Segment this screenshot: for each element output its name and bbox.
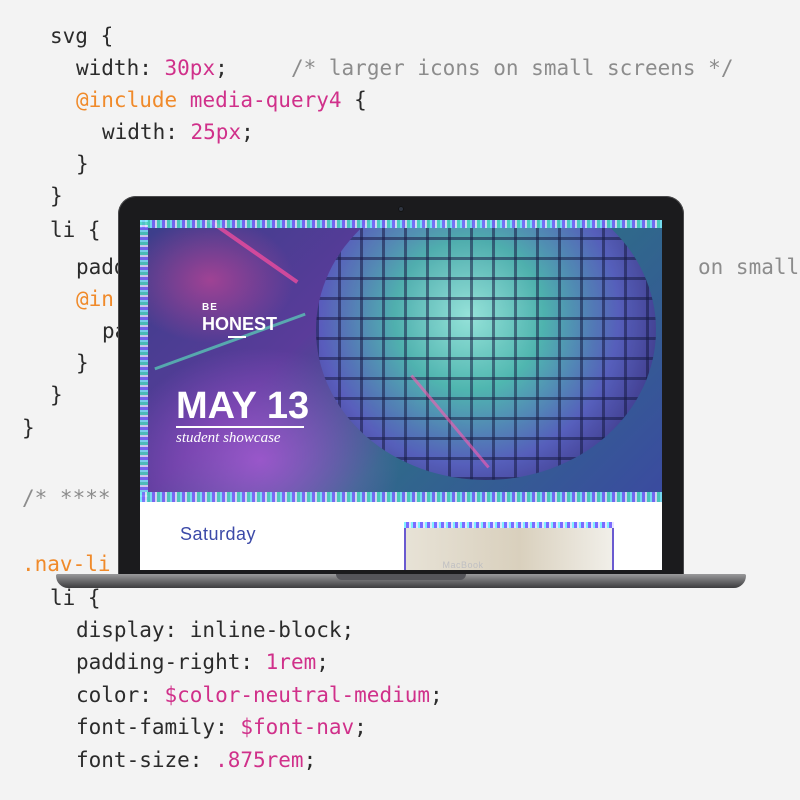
code-line: color: $color-neutral-medium; [76, 679, 443, 711]
code-token: width: [76, 56, 165, 80]
glitch-border [404, 522, 614, 528]
laptop-opening-notch [336, 574, 466, 580]
code-token: 25px [190, 120, 242, 144]
code-token: } [76, 152, 89, 176]
code-token: font-family: [76, 715, 241, 739]
laptop-brand-label: MacBook [442, 560, 484, 570]
code-token: } [22, 416, 35, 440]
code-line: width: 25px; [102, 116, 254, 148]
code-token: font-size: [76, 748, 216, 772]
macbook-laptop: BE HONEST MAY 13 student showcase Saturd… [56, 196, 746, 592]
code-token: { [341, 88, 367, 112]
date-underline [176, 426, 304, 428]
code-token: padding-right: [76, 650, 266, 674]
code-line: @include media-query4 { [76, 84, 367, 116]
code-token: width: [102, 120, 191, 144]
code-token: ; [430, 683, 443, 707]
be-honest-logo[interactable]: BE HONEST [202, 302, 277, 338]
code-token: ; [215, 56, 228, 80]
hero-banner: BE HONEST MAY 13 student showcase [140, 220, 662, 502]
code-token: 30px [164, 56, 216, 80]
code-line: } [76, 148, 89, 180]
code-token: svg { [50, 24, 114, 48]
code-token: ; [241, 120, 254, 144]
code-line: width: 30px; /* larger icons on small sc… [76, 52, 733, 84]
code-token: ; [303, 748, 317, 772]
light-streak [181, 220, 299, 284]
code-token: ; [316, 650, 329, 674]
code-token: $font-nav [240, 715, 355, 739]
logo-underline [228, 336, 246, 338]
logo-top-text: BE [202, 302, 218, 313]
code-token: color: [76, 683, 165, 707]
laptop-lid: BE HONEST MAY 13 student showcase Saturd… [118, 196, 684, 578]
code-token: .875rem [215, 748, 304, 772]
code-line: svg { [50, 20, 113, 52]
event-subtitle: student showcase [176, 430, 281, 446]
glitch-border [140, 220, 662, 228]
disco-ball-image [316, 220, 656, 480]
code-token: /* larger icons on small screens */ [227, 56, 734, 80]
code-line: display: inline-block; [76, 614, 354, 646]
code-token: @include [76, 88, 190, 112]
logo-main-text: HONEST [202, 314, 278, 334]
glitch-border [140, 492, 662, 502]
camera-icon [398, 206, 404, 212]
code-line: padding-right: 1rem; [76, 646, 329, 678]
code-token: $color-neutral-medium [164, 683, 431, 707]
code-line: font-family: $font-nav; [76, 711, 367, 743]
code-line: font-size: .875rem; [76, 744, 316, 776]
code-token: ; [354, 715, 367, 739]
code-token: media-query4 [189, 88, 342, 112]
event-date: MAY 13 [176, 385, 310, 427]
code-token: display: inline-block; [76, 618, 355, 642]
glitch-border [140, 220, 148, 502]
laptop-screen: BE HONEST MAY 13 student showcase Saturd… [140, 220, 662, 570]
code-token: 1rem [265, 650, 317, 674]
event-day: Saturday [180, 524, 257, 544]
code-line: } [22, 412, 35, 444]
